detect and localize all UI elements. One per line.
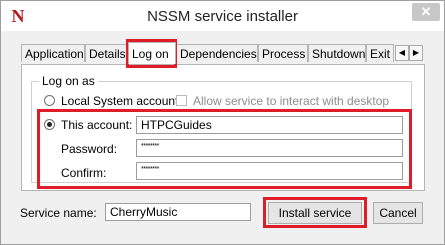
service-name-label: Service name: bbox=[20, 206, 97, 220]
tab-strip: Application Details Log on Dependencies … bbox=[21, 42, 425, 64]
password-input[interactable]: ******** bbox=[136, 139, 403, 157]
this-account-radio[interactable] bbox=[44, 119, 55, 130]
log-on-as-group-title: Log on as bbox=[39, 74, 98, 88]
window-title: NSSM service installer bbox=[147, 8, 298, 25]
tab-exit[interactable]: Exit bbox=[366, 44, 394, 62]
chevron-left-icon: ◀ bbox=[398, 48, 406, 57]
local-system-label[interactable]: Local System account bbox=[61, 94, 178, 108]
cancel-button[interactable]: Cancel bbox=[373, 202, 423, 224]
title-bar[interactable]: N NSSM service installer ✕ bbox=[1, 1, 444, 31]
tab-details[interactable]: Details bbox=[85, 44, 128, 62]
close-button[interactable]: ✕ bbox=[412, 3, 440, 21]
tab-log-on[interactable]: Log on bbox=[128, 42, 176, 64]
chevron-right-icon: ▶ bbox=[412, 48, 420, 57]
this-account-label[interactable]: This account: bbox=[61, 118, 132, 132]
interact-desktop-checkbox[interactable] bbox=[176, 95, 187, 106]
local-system-radio[interactable] bbox=[44, 95, 55, 106]
tab-shutdown[interactable]: Shutdown bbox=[308, 44, 366, 62]
radio-selected-dot bbox=[47, 122, 52, 127]
close-icon: ✕ bbox=[420, 4, 432, 19]
nssm-installer-window: N NSSM service installer ✕ Application D… bbox=[0, 0, 445, 245]
password-label: Password: bbox=[61, 142, 118, 156]
confirm-label: Confirm: bbox=[61, 166, 107, 180]
service-name-input[interactable]: CherryMusic bbox=[105, 203, 251, 221]
tab-scroll-right-button[interactable]: ▶ bbox=[409, 45, 423, 61]
tab-process[interactable]: Process bbox=[258, 44, 308, 62]
tab-dependencies[interactable]: Dependencies bbox=[176, 44, 258, 62]
interact-desktop-label: Allow service to interact with desktop bbox=[193, 94, 390, 108]
install-service-button[interactable]: Install service bbox=[268, 202, 362, 224]
account-input[interactable]: HTPCGuides bbox=[136, 116, 403, 134]
tab-scroll-left-button[interactable]: ◀ bbox=[395, 45, 409, 61]
confirm-password-input[interactable]: ******** bbox=[136, 162, 403, 180]
tab-application[interactable]: Application bbox=[21, 44, 85, 62]
